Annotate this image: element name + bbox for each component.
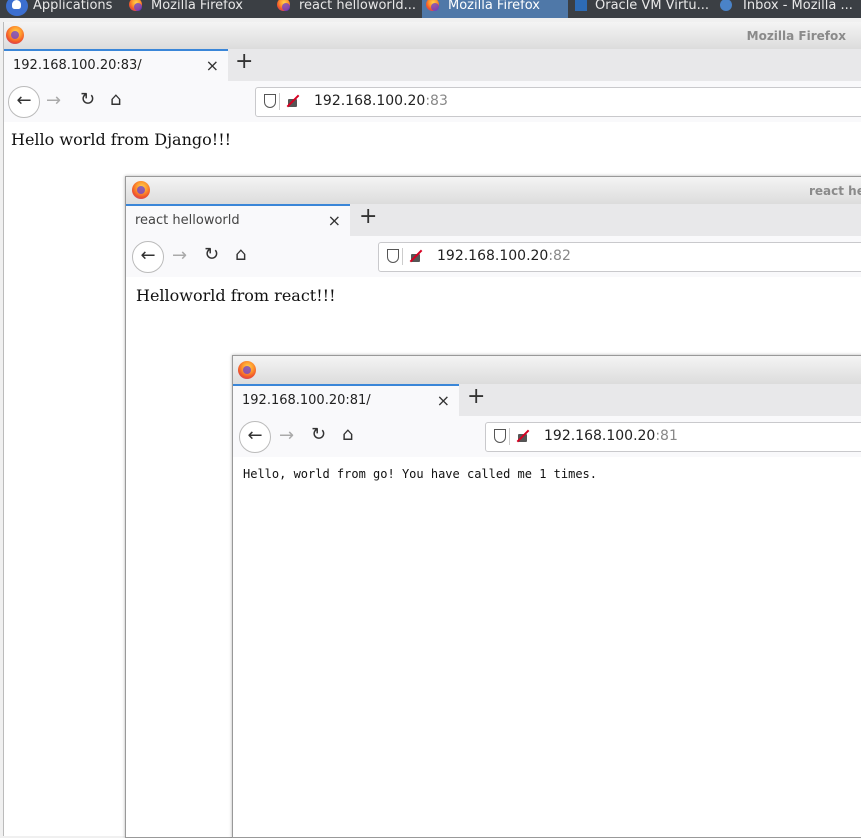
- close-tab-icon[interactable]: ×: [206, 56, 219, 75]
- insecure-connection-icon[interactable]: [409, 249, 422, 262]
- insecure-connection-icon[interactable]: [516, 429, 529, 442]
- applications-icon: [6, 0, 28, 16]
- url-text[interactable]: 192.168.100.20:83: [314, 93, 448, 109]
- url-host: 192.168.100.20: [544, 428, 656, 444]
- divider: [509, 428, 510, 445]
- tab-strip: react helloworld × +: [126, 204, 861, 236]
- nav-toolbar: ← → ↻ ⌂ 192.168.100.20:83: [4, 81, 861, 123]
- applications-menu[interactable]: Applications: [0, 0, 122, 18]
- window-titlebar: [233, 356, 861, 384]
- virtualbox-icon: [575, 0, 587, 11]
- taskbar-item-firefox-active[interactable]: Mozilla Firefox: [422, 0, 568, 18]
- reload-button[interactable]: ↻: [80, 89, 95, 110]
- tab-django[interactable]: 192.168.100.20:83/ ×: [4, 49, 228, 81]
- taskbar-item-react[interactable]: react helloworld...: [273, 0, 419, 18]
- close-tab-icon[interactable]: ×: [328, 211, 341, 230]
- divider: [279, 93, 280, 110]
- firefox-icon: [277, 0, 290, 11]
- page-text: Helloworld from react!!!: [136, 286, 336, 305]
- tracking-protection-icon[interactable]: [494, 429, 506, 443]
- taskbar-item-virtualbox[interactable]: Oracle VM Virtu...: [571, 0, 713, 18]
- nav-toolbar: ← → ↻ ⌂ 192.168.100.20:81: [233, 416, 861, 458]
- taskbar-item-label: Oracle VM Virtu...: [595, 0, 709, 13]
- forward-button[interactable]: →: [46, 90, 61, 111]
- applications-label: Applications: [33, 0, 113, 13]
- page-text: Hello world from Django!!!: [11, 130, 232, 149]
- firefox-icon: [6, 26, 24, 44]
- close-tab-icon[interactable]: ×: [437, 391, 450, 410]
- tab-label: react helloworld: [135, 213, 240, 228]
- page-text: Hello, world from go! You have called me…: [243, 467, 598, 481]
- url-port: :81: [655, 428, 678, 444]
- tab-label: 192.168.100.20:81/: [242, 393, 371, 408]
- tab-react[interactable]: react helloworld ×: [126, 204, 350, 236]
- url-port: :82: [548, 248, 571, 264]
- url-bar[interactable]: 192.168.100.20:82: [378, 242, 861, 272]
- url-text[interactable]: 192.168.100.20:81: [544, 428, 678, 444]
- taskbar-item-label: Mozilla Firefox: [448, 0, 540, 13]
- reload-button[interactable]: ↻: [311, 424, 326, 445]
- window-title: react he: [809, 184, 861, 198]
- url-port: :83: [425, 93, 448, 109]
- firefox-icon: [238, 361, 256, 379]
- nav-toolbar: ← → ↻ ⌂ 192.168.100.20:82: [126, 236, 861, 278]
- taskbar-item-thunderbird[interactable]: Inbox - Mozilla ...: [716, 0, 861, 18]
- firefox-window-go: 192.168.100.20:81/ × + ← → ↻ ⌂ 192.168.1…: [232, 355, 861, 838]
- url-bar[interactable]: 192.168.100.20:81: [485, 422, 861, 452]
- back-button[interactable]: ←: [132, 241, 164, 273]
- taskbar-item-label: Mozilla Firefox: [151, 0, 243, 13]
- back-button[interactable]: ←: [8, 86, 40, 118]
- forward-button[interactable]: →: [172, 245, 187, 266]
- tab-strip: 192.168.100.20:81/ × +: [233, 384, 861, 416]
- taskbar: Applications Mozilla Firefox react hello…: [0, 0, 861, 18]
- tracking-protection-icon[interactable]: [387, 249, 399, 263]
- thunderbird-icon: [720, 0, 732, 11]
- url-host: 192.168.100.20: [314, 93, 426, 109]
- forward-button[interactable]: →: [279, 425, 294, 446]
- firefox-icon: [426, 0, 439, 11]
- tab-label: 192.168.100.20:83/: [13, 58, 142, 73]
- home-button[interactable]: ⌂: [110, 89, 121, 110]
- home-button[interactable]: ⌂: [235, 244, 246, 265]
- taskbar-item-firefox-1[interactable]: Mozilla Firefox: [125, 0, 270, 18]
- url-host: 192.168.100.20: [437, 248, 549, 264]
- new-tab-button[interactable]: +: [359, 205, 377, 229]
- new-tab-button[interactable]: +: [467, 385, 485, 409]
- firefox-icon: [129, 0, 142, 11]
- new-tab-button[interactable]: +: [235, 50, 253, 74]
- tracking-protection-icon[interactable]: [264, 94, 276, 108]
- window-titlebar: Mozilla Firefox: [4, 22, 861, 49]
- taskbar-item-label: Inbox - Mozilla ...: [743, 0, 853, 13]
- firefox-icon: [132, 181, 150, 199]
- taskbar-item-label: react helloworld...: [299, 0, 417, 13]
- page-content: Hello, world from go! You have called me…: [233, 457, 861, 837]
- back-button[interactable]: ←: [239, 421, 271, 453]
- tab-strip: 192.168.100.20:83/ × +: [4, 49, 861, 81]
- divider: [402, 248, 403, 265]
- window-title: Mozilla Firefox: [746, 29, 846, 43]
- reload-button[interactable]: ↻: [204, 244, 219, 265]
- tab-go[interactable]: 192.168.100.20:81/ ×: [233, 384, 459, 416]
- insecure-connection-icon[interactable]: [286, 94, 299, 107]
- window-titlebar: react he: [126, 177, 861, 204]
- url-text[interactable]: 192.168.100.20:82: [437, 248, 571, 264]
- url-bar[interactable]: 192.168.100.20:83: [255, 87, 861, 117]
- home-button[interactable]: ⌂: [342, 424, 353, 445]
